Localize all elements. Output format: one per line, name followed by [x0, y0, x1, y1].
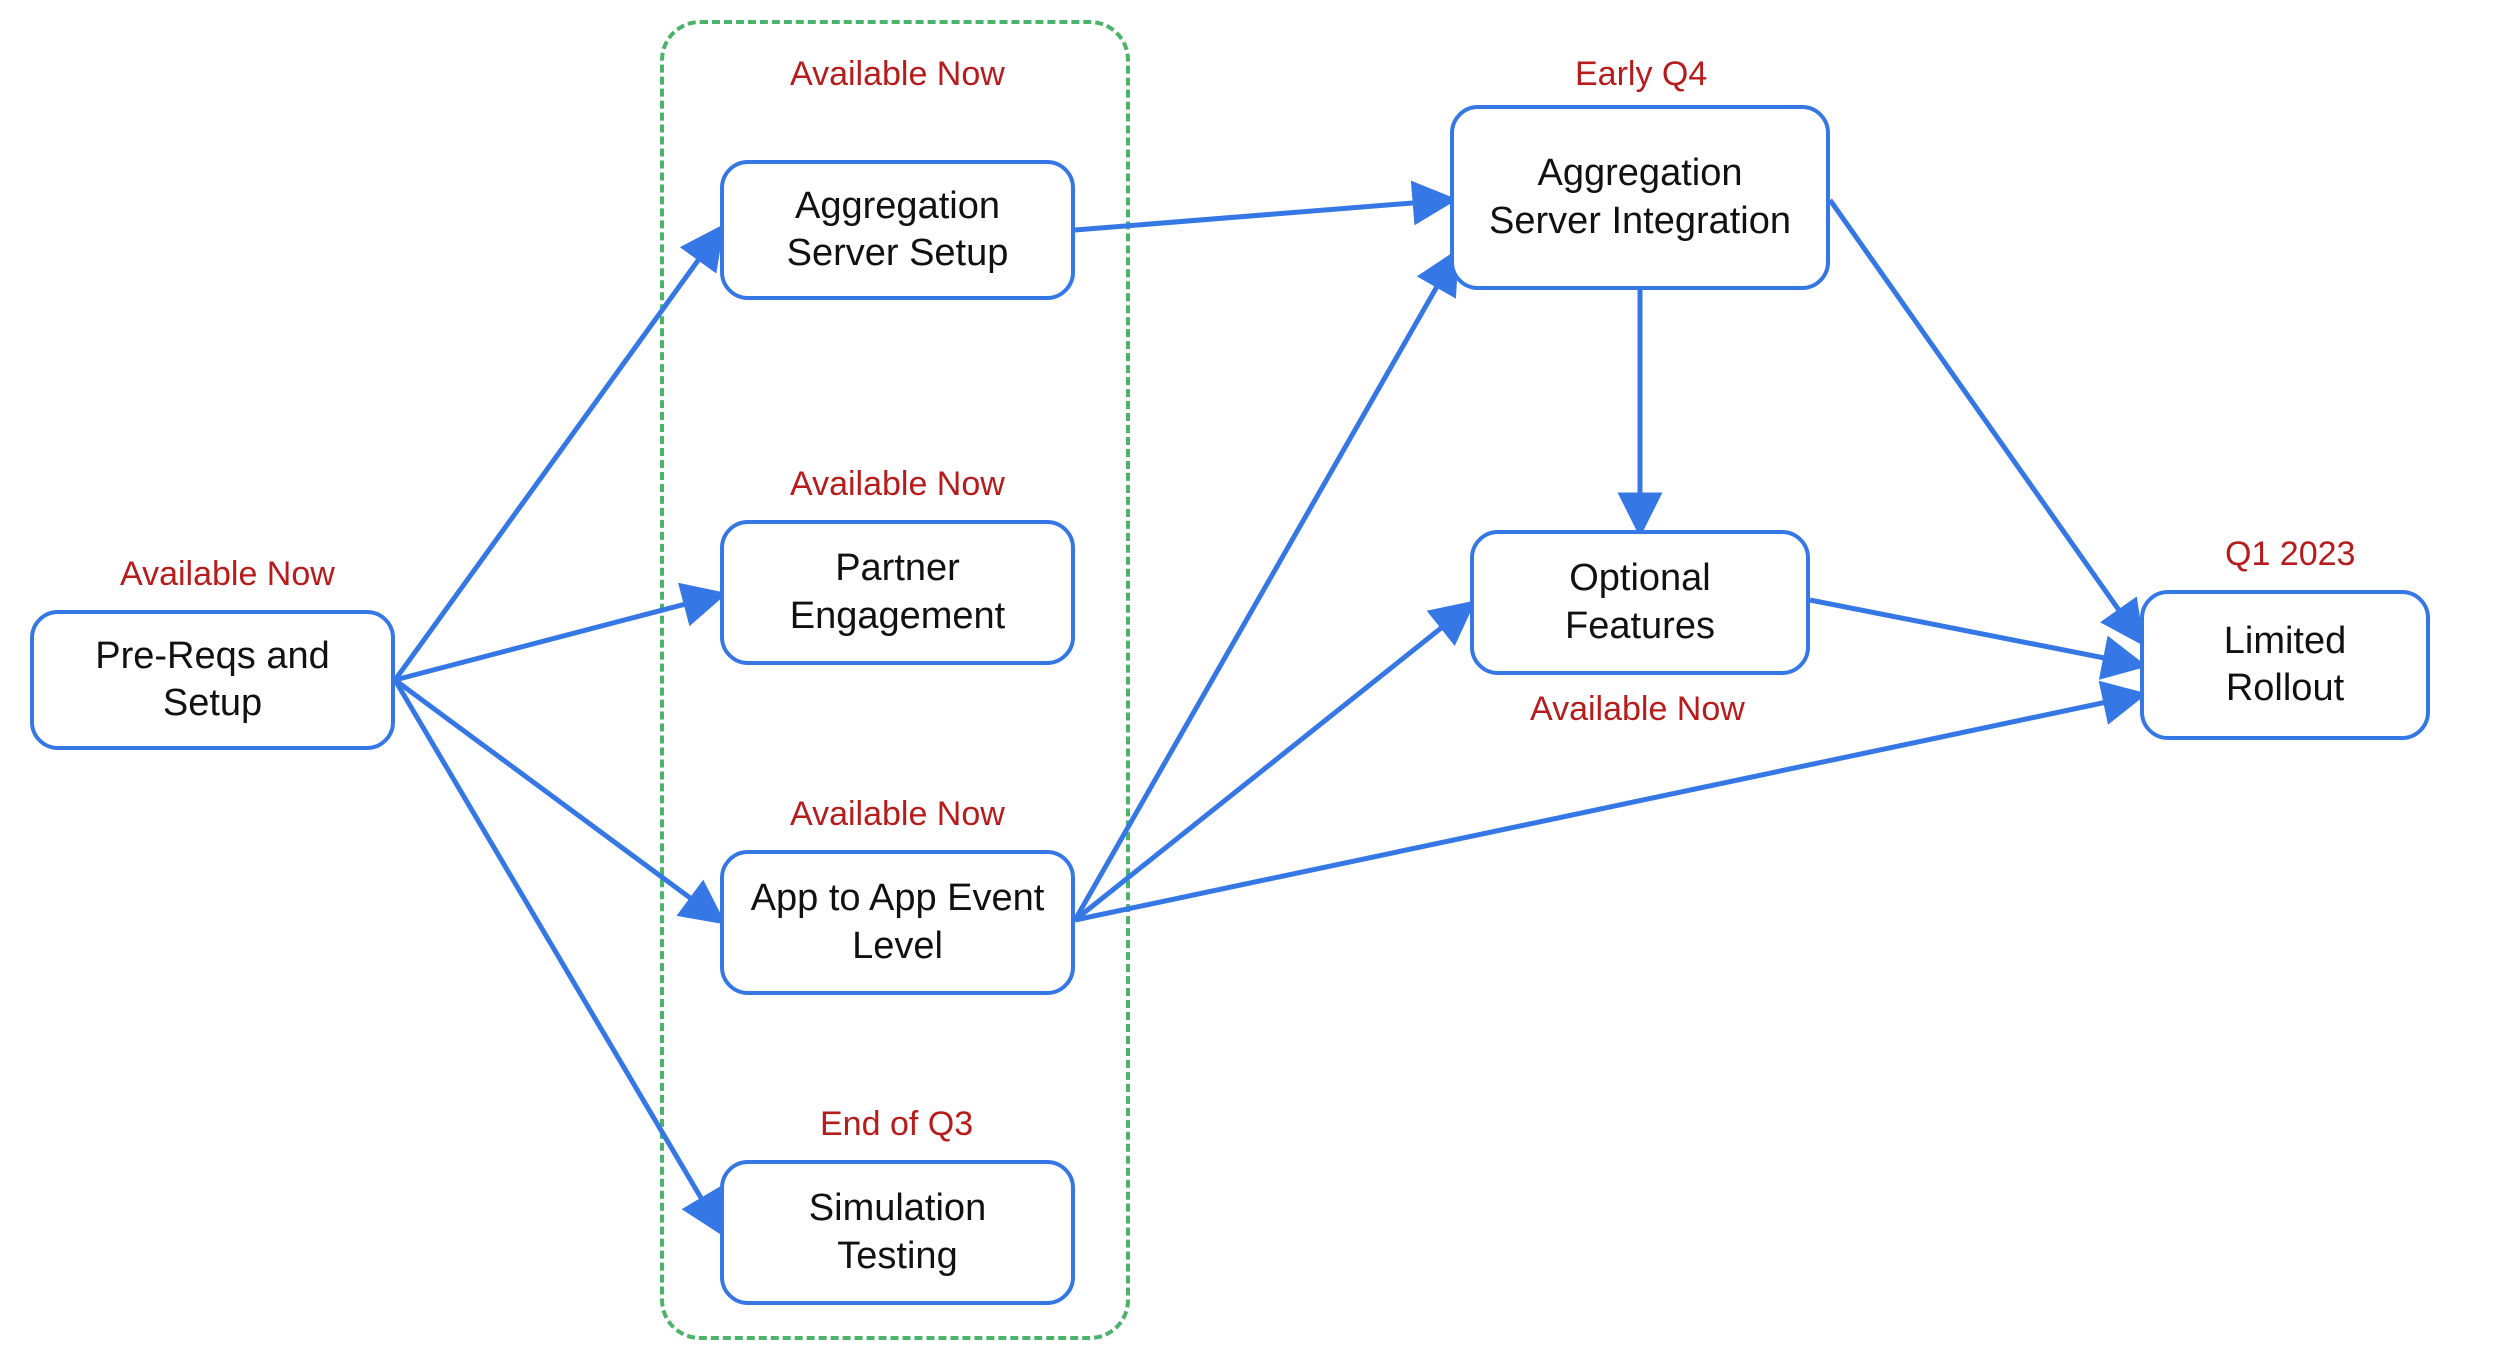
node-label: Pre-Reqs and Setup [58, 633, 367, 728]
node-partner: Partner Engagement [720, 520, 1075, 665]
tag-optional: Available Now [1530, 690, 1745, 729]
node-label: Aggregation Server Setup [748, 183, 1047, 278]
node-sim: Simulation Testing [720, 1160, 1075, 1305]
edge-aggint-rollout [1830, 200, 2140, 640]
tag-partner: Available Now [790, 465, 1005, 504]
node-label: Partner Engagement [748, 545, 1047, 640]
node-aggint: Aggregation Server Integration [1450, 105, 1830, 290]
node-optional: Optional Features [1470, 530, 1810, 675]
tag-prereqs: Available Now [120, 555, 335, 594]
tag-aggsetup: Available Now [790, 55, 1005, 94]
node-rollout: Limited Rollout [2140, 590, 2430, 740]
edge-aggsetup-aggint [1075, 200, 1450, 230]
node-prereqs: Pre-Reqs and Setup [30, 610, 395, 750]
node-label: App to App Event Level [748, 875, 1047, 970]
node-label: Simulation Testing [748, 1185, 1047, 1280]
tag-appapp: Available Now [790, 795, 1005, 834]
node-appapp: App to App Event Level [720, 850, 1075, 995]
edge-appapp-aggint [1075, 255, 1455, 920]
node-label: Limited Rollout [2168, 618, 2402, 713]
node-label: Optional Features [1498, 555, 1782, 650]
node-label: Aggregation Server Integration [1478, 150, 1802, 245]
tag-rollout: Q1 2023 [2225, 535, 2355, 574]
tag-aggint: Early Q4 [1575, 55, 1707, 94]
tag-sim: End of Q3 [820, 1105, 973, 1144]
edge-optional-rollout [1810, 600, 2140, 665]
diagram-stage: Pre-Reqs and Setup Available Now Aggrega… [0, 0, 2514, 1362]
edge-appapp-optional [1075, 605, 1470, 920]
node-aggsetup: Aggregation Server Setup [720, 160, 1075, 300]
